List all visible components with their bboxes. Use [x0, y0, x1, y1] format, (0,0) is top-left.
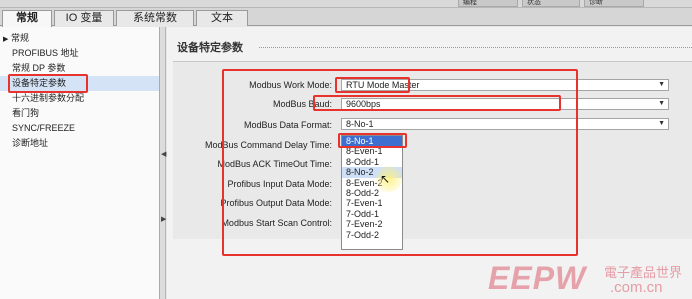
watermark-url: .com.cn	[610, 279, 663, 296]
tree-item-sync-freeze[interactable]: SYNC/FREEZE	[0, 121, 159, 136]
chevron-down-icon[interactable]: ▼	[658, 80, 665, 90]
top-strip: 编程 状态 诊断	[0, 0, 692, 8]
top-tab-program[interactable]: 编程	[458, 0, 518, 7]
tab-general[interactable]: 常规	[2, 10, 52, 27]
annotation-box-baud	[313, 95, 561, 111]
section-divider	[259, 47, 692, 48]
watermark-logo: EEPW	[488, 260, 587, 296]
top-tab-status[interactable]: 状态	[522, 0, 580, 7]
collapse-left-icon[interactable]: ◀	[161, 150, 166, 160]
annotation-box-data-format	[338, 133, 407, 148]
tree-item-label: 常规	[11, 33, 30, 43]
tree-item-general[interactable]: ▶ 常规	[0, 31, 159, 46]
tree-item-hex-param-assignment[interactable]: 十六进制参数分配	[0, 91, 159, 106]
section-title: 设备特定参数	[177, 42, 243, 54]
chevron-down-icon[interactable]: ▼	[658, 119, 665, 129]
tab-texts[interactable]: 文本	[196, 10, 248, 26]
chevron-down-icon[interactable]: ▼	[658, 99, 665, 109]
nav-tree: ▶ 常规 PROFIBUS 地址 常规 DP 参数 设备特定参数 十六进制参数分配…	[0, 27, 160, 299]
tree-item-profibus-address[interactable]: PROFIBUS 地址	[0, 46, 159, 61]
collapse-right-icon[interactable]: ▶	[161, 215, 166, 225]
tree-item-diagnostic-address[interactable]: 诊断地址	[0, 136, 159, 151]
annotation-box-work-mode	[335, 77, 410, 93]
pane-splitter[interactable]: ◀ ▶	[160, 27, 166, 299]
expand-arrow-icon[interactable]: ▶	[3, 32, 11, 47]
tab-bar: 常规 IO 变量 系统常数 文本	[0, 8, 692, 27]
watermark: EEPW 電子產品世界 .com.cn	[488, 258, 692, 299]
annotation-box-tree	[8, 74, 88, 93]
tree-item-watchdog[interactable]: 看门狗	[0, 106, 159, 121]
tab-system-constants[interactable]: 系统常数	[116, 10, 194, 26]
tab-io-tags[interactable]: IO 变量	[54, 10, 114, 26]
top-tab-diagnostics[interactable]: 诊断	[584, 0, 644, 7]
